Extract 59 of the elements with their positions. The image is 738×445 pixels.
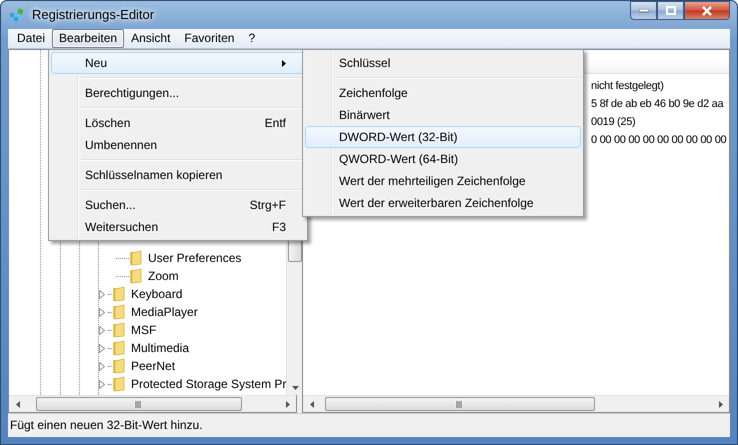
menu-item[interactable]: Wert der mehrteiligen Zeichenfolge <box>305 170 581 192</box>
tree-item[interactable]: Multimedia <box>131 340 190 356</box>
tree-item[interactable]: Keyboard <box>131 286 182 302</box>
minimize-button[interactable] <box>630 1 657 20</box>
folder-icon <box>112 304 125 320</box>
app-icon <box>8 6 26 24</box>
folder-icon <box>112 376 125 392</box>
menu-item[interactable]: Schlüsselnamen kopieren <box>51 164 305 186</box>
menu-item[interactable]: Binärwert <box>305 104 581 126</box>
menu-item[interactable]: Zeichenfolge <box>305 82 581 104</box>
menu-item[interactable]: Wert der erweiterbaren Zeichenfolge <box>305 192 581 214</box>
close-button[interactable] <box>684 1 730 20</box>
maximize-button[interactable] <box>657 1 684 20</box>
menu-item[interactable]: Umbenennen <box>51 134 305 156</box>
minimize-icon <box>638 8 648 12</box>
folder-icon <box>112 340 125 356</box>
expand-arrow-icon[interactable] <box>99 344 108 352</box>
tree-item[interactable]: User Preferences <box>148 250 242 266</box>
menu-item[interactable]: Ansicht <box>124 29 178 48</box>
menu-item[interactable]: Löschen Entf <box>51 112 305 134</box>
shortcut-text: Strg+F <box>250 198 286 212</box>
scrollbar-thumb[interactable] <box>325 397 595 411</box>
menu-item[interactable]: Neu <box>51 52 305 74</box>
tree-item[interactable]: PeerNet <box>131 358 176 374</box>
tree-item[interactable]: MediaPlayer <box>131 304 198 320</box>
menu-item[interactable]: ? <box>241 29 262 48</box>
shortcut-text: Entf <box>264 116 286 130</box>
menu-item[interactable]: Berechtigungen... <box>51 82 305 104</box>
value-data: 0019 (25) <box>591 116 636 130</box>
folder-icon <box>129 250 142 266</box>
folder-icon <box>112 286 125 302</box>
menu-item[interactable]: Favoriten <box>177 29 242 48</box>
folder-icon <box>112 322 125 338</box>
maximize-icon <box>666 6 676 15</box>
scrollbar-thumb[interactable] <box>36 397 242 411</box>
value-data: 0 00 00 00 00 00 00 00 00 00 <box>591 134 726 148</box>
value-data: nicht festgelegt) <box>591 80 664 94</box>
folder-icon <box>129 268 142 284</box>
window-title: Registrierungs-Editor <box>32 7 154 23</box>
expand-arrow-icon[interactable] <box>99 362 108 370</box>
menu-item[interactable]: Schlüssel <box>305 52 581 74</box>
tree-item[interactable]: MSF <box>131 322 156 338</box>
folder-icon <box>112 358 125 374</box>
expand-arrow-icon[interactable] <box>99 326 108 334</box>
close-icon <box>701 6 713 16</box>
menu-item[interactable]: QWORD-Wert (64-Bit) <box>305 148 581 170</box>
shortcut-text: F3 <box>272 220 286 234</box>
status-text: Fügt einen neuen 32-Bit-Wert hinzu. <box>10 418 203 433</box>
menu-item[interactable]: DWORD-Wert (32-Bit) <box>305 126 581 148</box>
menu-item[interactable]: Suchen... Strg+F <box>51 194 305 216</box>
menu-item[interactable]: Datei <box>10 29 52 48</box>
expand-arrow-icon[interactable] <box>99 380 108 388</box>
menu-item[interactable]: Bearbeiten <box>52 29 124 48</box>
value-data: 5 8f de ab eb 46 b0 9e d2 aa <box>591 98 724 112</box>
tree-item[interactable]: Zoom <box>148 268 179 284</box>
tree-item[interactable]: Protected Storage System Pr <box>131 376 286 392</box>
expand-arrow-icon[interactable] <box>99 308 108 316</box>
expand-arrow-icon[interactable] <box>99 290 108 298</box>
menu-item[interactable]: Weitersuchen F3 <box>51 216 305 238</box>
